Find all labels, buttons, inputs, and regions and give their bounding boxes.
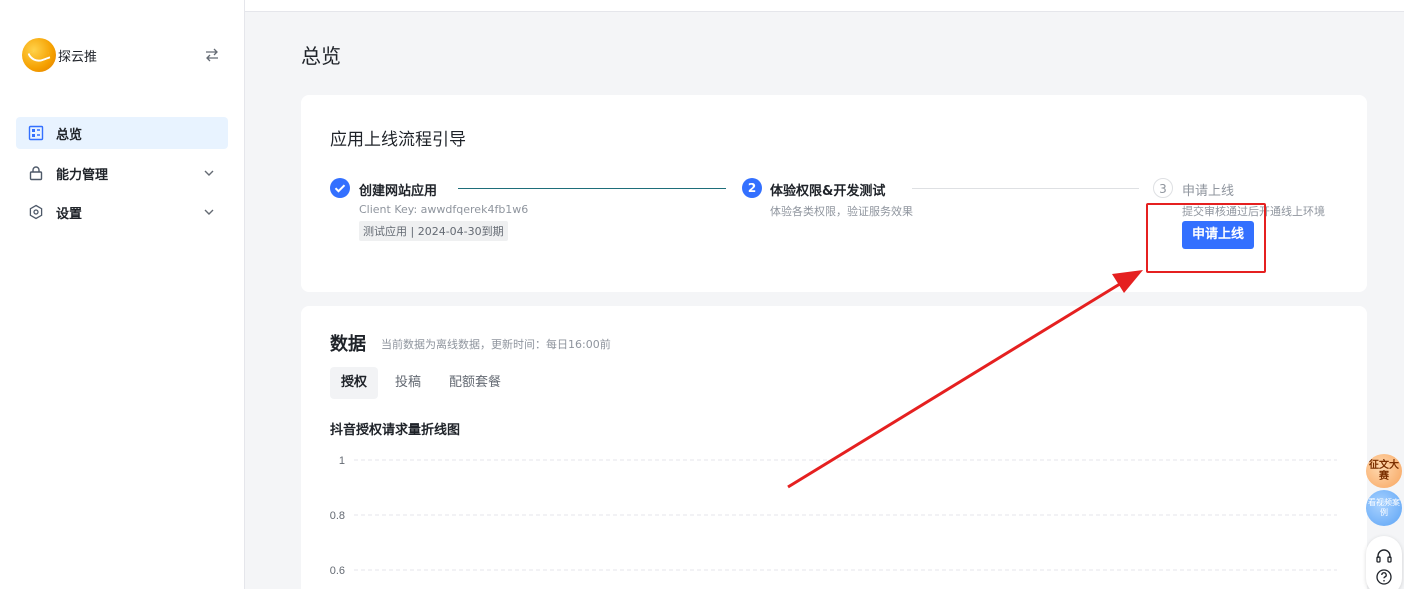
annotation-arrow (787, 270, 1143, 489)
contest-widget[interactable]: 征文大赛 (1366, 454, 1402, 488)
help-icon[interactable] (1375, 568, 1393, 589)
case-video-widget[interactable]: 看视频案例 (1366, 490, 1402, 526)
headset-icon[interactable] (1375, 548, 1393, 570)
help-widget[interactable] (1366, 536, 1402, 589)
